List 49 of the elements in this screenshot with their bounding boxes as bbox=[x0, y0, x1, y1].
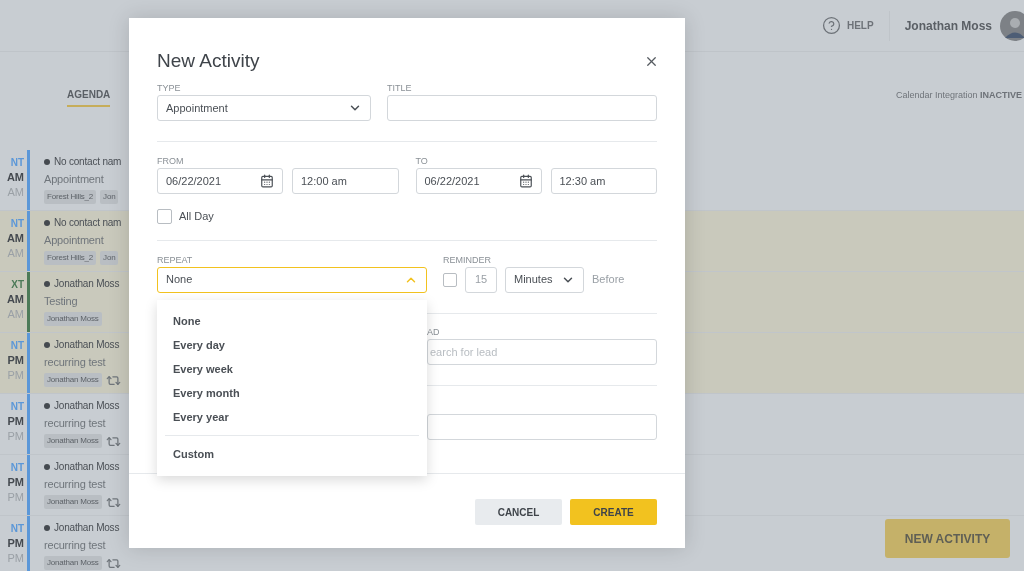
event-title: recurring test bbox=[44, 538, 107, 553]
start-time: PM bbox=[7, 414, 24, 429]
event-type: NT bbox=[10, 339, 24, 353]
field-label: FROM bbox=[157, 156, 185, 167]
event-tag: Jonathan Moss bbox=[44, 373, 102, 387]
event-tag: Jon bbox=[100, 250, 119, 265]
start-time: PM bbox=[7, 475, 24, 490]
event-title: recurring test bbox=[44, 477, 107, 492]
field-label: REPEAT bbox=[157, 254, 194, 266]
start-time: AM bbox=[6, 170, 24, 185]
field-label: REMINDER bbox=[443, 254, 492, 266]
event-type: NT bbox=[10, 522, 24, 536]
event-contact: No contact nam bbox=[54, 216, 122, 230]
integration-label: Calendar Integration bbox=[895, 90, 979, 100]
event-tag: Jonathan Moss bbox=[44, 556, 102, 570]
field-label: TYPE bbox=[157, 83, 182, 94]
event-contact: Jonathan Moss bbox=[54, 460, 120, 474]
reminder-suffix: Before bbox=[592, 272, 625, 288]
event-tag: Forest Hills_2 bbox=[44, 250, 97, 265]
start-time: AM bbox=[6, 231, 24, 246]
event-tag: Jonathan Moss bbox=[44, 434, 102, 448]
event-title: recurring test bbox=[44, 416, 107, 431]
event-contact: Jonathan Moss bbox=[54, 521, 120, 535]
event-tag: Jon bbox=[100, 189, 119, 204]
event-title: recurring test bbox=[44, 355, 107, 370]
dialog-title: New Activity bbox=[157, 49, 260, 74]
all-day-label: All Day bbox=[179, 209, 214, 224]
event-contact: Jonathan Moss bbox=[54, 399, 120, 413]
event-title: Appointment bbox=[44, 233, 105, 248]
event-type: XT bbox=[11, 278, 24, 292]
field-label: TO bbox=[415, 156, 429, 167]
event-type: NT bbox=[10, 461, 24, 475]
start-time: AM bbox=[6, 292, 24, 307]
integration-status: INACTIVE bbox=[980, 90, 1022, 100]
event-contact: Jonathan Moss bbox=[54, 338, 120, 352]
event-tag: Jonathan Moss bbox=[44, 495, 102, 509]
event-type: NT bbox=[10, 156, 24, 170]
event-tag: Forest Hills_2 bbox=[44, 189, 97, 204]
field-label: TITLE bbox=[387, 83, 413, 94]
start-time: PM bbox=[7, 536, 24, 551]
event-type: NT bbox=[10, 217, 24, 231]
event-contact: Jonathan Moss bbox=[54, 277, 120, 291]
field-label: AD bbox=[427, 326, 441, 338]
event-title: Appointment bbox=[44, 172, 105, 187]
event-tag: Jonathan Moss bbox=[44, 311, 102, 326]
event-title: Testing bbox=[44, 294, 79, 309]
event-type: NT bbox=[10, 400, 24, 414]
event-contact: No contact nam bbox=[54, 155, 122, 169]
start-time: PM bbox=[7, 353, 24, 368]
